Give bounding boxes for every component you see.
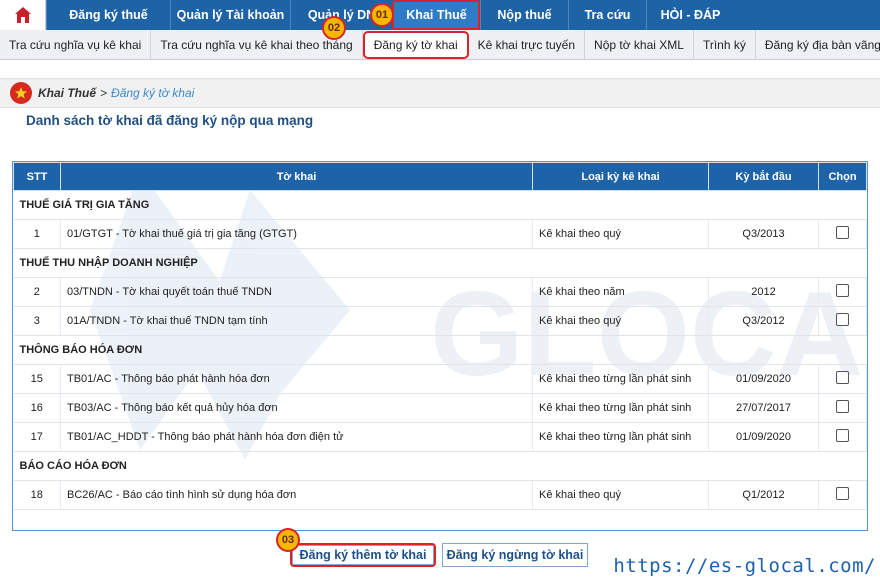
sub-nav: Tra cứu nghĩa vụ kê khai Tra cứu nghĩa v… <box>0 30 880 60</box>
breadcrumb-separator: > <box>100 86 108 100</box>
cell-period-type: Kê khai theo quý <box>532 480 709 510</box>
group-row: THUẾ GIÁ TRỊ GIA TĂNG <box>13 190 867 220</box>
table-body: THUẾ GIÁ TRỊ GIA TĂNG 1 01/GTGT - Tờ khai … <box>13 190 867 510</box>
subnav-nop-to-khai-xml[interactable]: Nộp tờ khai XML <box>585 30 694 60</box>
site-url: https://es-glocal.com/ <box>613 555 876 577</box>
subnav-dia-ban-vang-lai[interactable]: Đăng ký địa bàn vãng lai <box>756 30 880 60</box>
col-loai-ky: Loại kỳ kê khai <box>532 162 709 191</box>
cell-select <box>818 277 867 307</box>
cell-stt: 1 <box>13 219 61 249</box>
select-checkbox[interactable] <box>836 487 849 500</box>
select-checkbox[interactable] <box>836 400 849 413</box>
select-checkbox[interactable] <box>836 284 849 297</box>
group-row: THUẾ THU NHẬP DOANH NGHIỆP <box>13 248 867 278</box>
table-header: STT Tờ khai Loại kỳ kê khai Kỳ bắt đầu C… <box>13 162 867 191</box>
cell-period-type: Kê khai theo quý <box>532 306 709 336</box>
stop-declaration-button[interactable]: Đăng ký ngừng tờ khai <box>442 543 588 567</box>
group-title: THÔNG BÁO HÓA ĐƠN <box>13 335 867 365</box>
nav-hoi-dap[interactable]: HỎI - ĐÁP <box>646 0 734 30</box>
cell-stt: 3 <box>13 306 61 336</box>
col-chon: Chọn <box>818 162 867 191</box>
cell-form: 03/TNDN - Tờ khai quyết toán thuế TNDN <box>60 277 533 307</box>
col-ky-bat-dau: Kỳ bắt đầu <box>708 162 819 191</box>
cell-period-type: Kê khai theo năm <box>532 277 709 307</box>
cell-select <box>818 422 867 452</box>
cell-stt: 16 <box>13 393 61 423</box>
nav-tra-cuu[interactable]: Tra cứu <box>568 0 646 30</box>
nav-khai-thue[interactable]: Khai Thuế <box>392 0 480 30</box>
add-declaration-button[interactable]: Đăng ký thêm tờ khai <box>290 543 436 567</box>
breadcrumb-root[interactable]: Khai Thuế <box>38 86 96 100</box>
breadcrumb: Khai Thuế > Đăng ký tờ khai <box>0 78 880 108</box>
step-badge-02: 02 <box>322 16 346 40</box>
cell-start: 2012 <box>708 277 819 307</box>
cell-form: BC26/AC - Báo cáo tình hình sử dụng hóa … <box>60 480 533 510</box>
cell-start: Q1/2012 <box>708 480 819 510</box>
cell-period-type: Kê khai theo quý <box>532 219 709 249</box>
cell-stt: 15 <box>13 364 61 394</box>
table-row: 2 03/TNDN - Tờ khai quyết toán thuế TNDN K… <box>13 277 867 307</box>
col-to-khai: Tờ khai <box>60 162 533 191</box>
subnav-trinh-ky[interactable]: Trình ký <box>694 30 756 60</box>
cell-select <box>818 364 867 394</box>
nav-quan-ly-tai-khoan[interactable]: Quản lý Tài khoản <box>170 0 290 30</box>
cell-stt: 17 <box>13 422 61 452</box>
cell-start: 01/09/2020 <box>708 422 819 452</box>
nav-dang-ky-thue[interactable]: Đăng ký thuế <box>46 0 170 30</box>
table-row: 15 TB01/AC - Thông báo phát hành hóa đơn K… <box>13 364 867 394</box>
select-checkbox[interactable] <box>836 313 849 326</box>
national-emblem-icon <box>10 82 32 104</box>
home-icon <box>14 7 31 23</box>
group-title: BÁO CÁO HÓA ĐƠN <box>13 451 867 481</box>
table-row: 3 01A/TNDN - Tờ khai thuế TNDN tạm tính Kê… <box>13 306 867 336</box>
cell-start: Q3/2012 <box>708 306 819 336</box>
declarations-table: STT Tờ khai Loại kỳ kê khai Kỳ bắt đầu C… <box>12 161 868 531</box>
col-stt: STT <box>13 162 61 191</box>
subnav-ke-khai-truc-tuyen[interactable]: Kê khai trực tuyến <box>469 30 586 60</box>
group-title: THUẾ THU NHẬP DOANH NGHIỆP <box>13 248 867 278</box>
table-row: 1 01/GTGT - Tờ khai thuế giá trị gia tăng… <box>13 219 867 249</box>
cell-stt: 18 <box>13 480 61 510</box>
cell-form: TB01/AC_HDDT - Thông báo phát hành hóa đ… <box>60 422 533 452</box>
table-row: 16 TB03/AC - Thông báo kết quả hủy hóa đơ… <box>13 393 867 423</box>
cell-start: 27/07/2017 <box>708 393 819 423</box>
cell-period-type: Kê khai theo từng lần phát sinh <box>532 364 709 394</box>
cell-form: 01/GTGT - Tờ khai thuế giá trị gia tăng … <box>60 219 533 249</box>
cell-start: Q3/2013 <box>708 219 819 249</box>
page-title: Danh sách tờ khai đã đăng ký nộp qua mạn… <box>26 113 314 128</box>
breadcrumb-current[interactable]: Đăng ký tờ khai <box>111 86 194 100</box>
select-checkbox[interactable] <box>836 371 849 384</box>
table-row: 18 BC26/AC - Báo cáo tình hình sử dụng hó… <box>13 480 867 510</box>
group-row: THÔNG BÁO HÓA ĐƠN <box>13 335 867 365</box>
cell-stt: 2 <box>13 277 61 307</box>
home-button[interactable] <box>0 0 46 30</box>
cell-select <box>818 480 867 510</box>
group-row: BÁO CÁO HÓA ĐƠN <box>13 451 867 481</box>
step-badge-03: 03 <box>276 528 300 552</box>
cell-period-type: Kê khai theo từng lần phát sinh <box>532 393 709 423</box>
select-checkbox[interactable] <box>836 226 849 239</box>
top-nav: Đăng ký thuế Quản lý Tài khoản Quản lý D… <box>0 0 880 30</box>
step-badge-01: 01 <box>370 3 394 27</box>
select-checkbox[interactable] <box>836 429 849 442</box>
cell-select <box>818 306 867 336</box>
cell-form: 01A/TNDN - Tờ khai thuế TNDN tạm tính <box>60 306 533 336</box>
cell-form: TB01/AC - Thông báo phát hành hóa đơn <box>60 364 533 394</box>
cell-period-type: Kê khai theo từng lần phát sinh <box>532 422 709 452</box>
cell-select <box>818 393 867 423</box>
cell-start: 01/09/2020 <box>708 364 819 394</box>
cell-form: TB03/AC - Thông báo kết quả hủy hóa đơn <box>60 393 533 423</box>
group-title: THUẾ GIÁ TRỊ GIA TĂNG <box>13 190 867 220</box>
table-row: 17 TB01/AC_HDDT - Thông báo phát hành hóa… <box>13 422 867 452</box>
subnav-tra-cuu-nghia-vu[interactable]: Tra cứu nghĩa vụ kê khai <box>0 30 152 60</box>
nav-nop-thue[interactable]: Nộp thuế <box>480 0 568 30</box>
cell-select <box>818 219 867 249</box>
subnav-dang-ky-to-khai[interactable]: Đăng ký tờ khai <box>362 31 469 59</box>
